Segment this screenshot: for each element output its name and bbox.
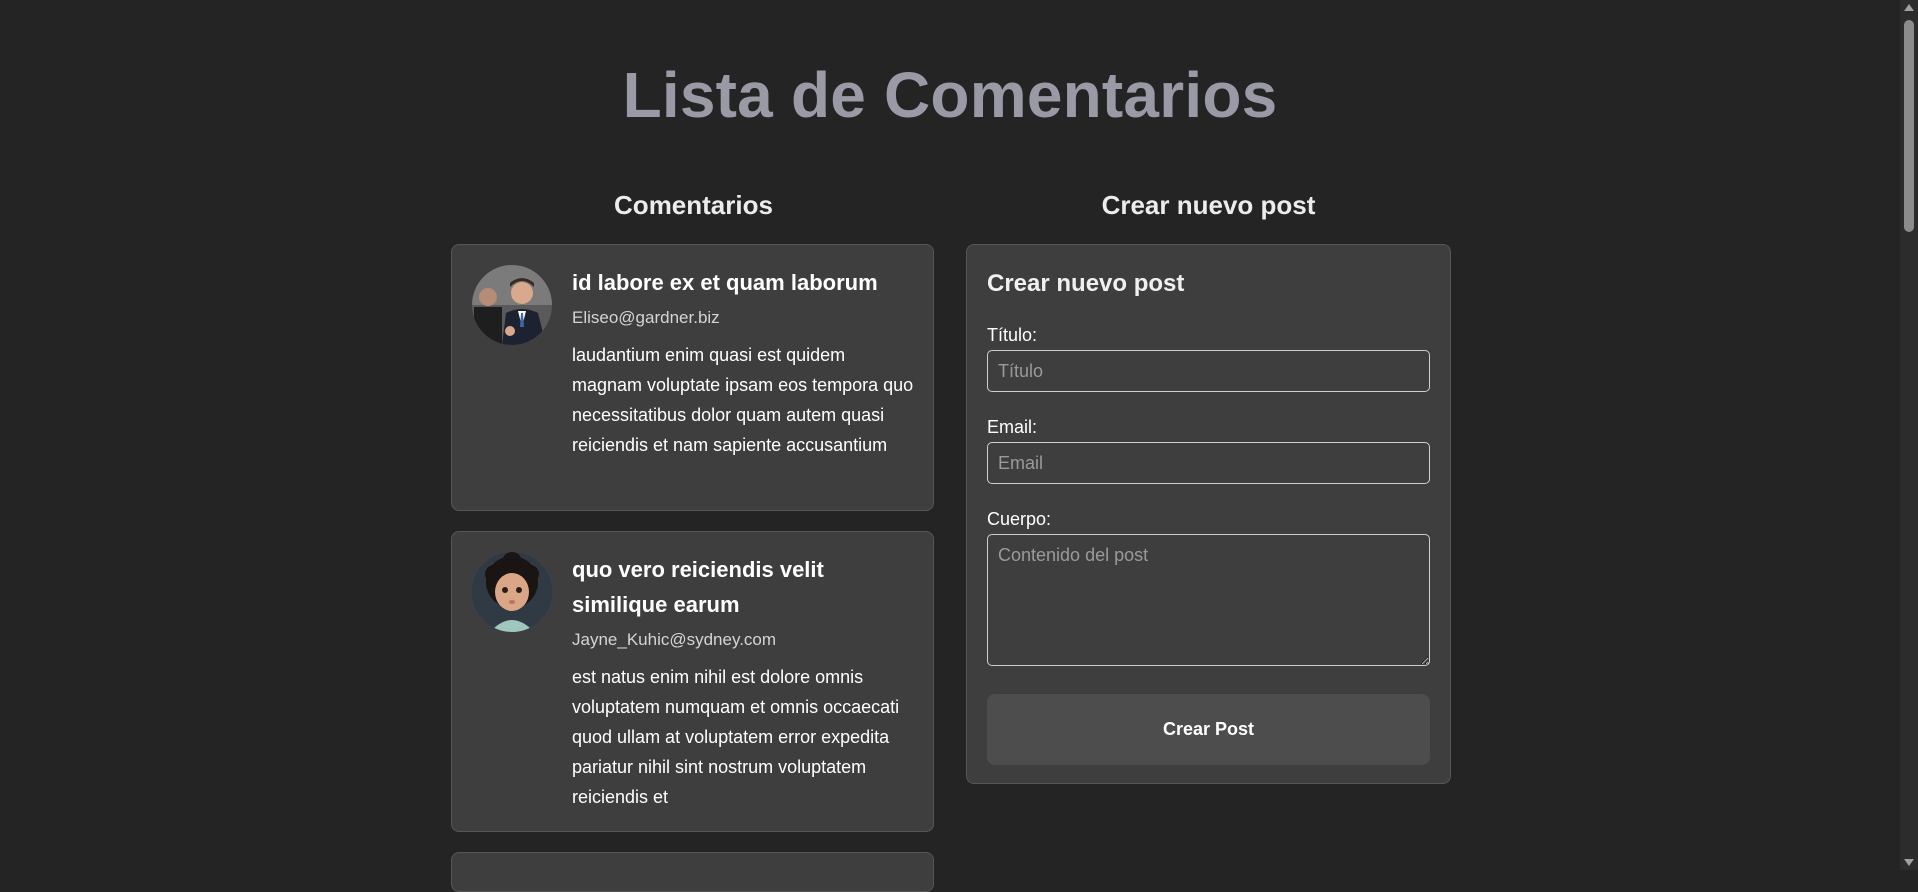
scroll-up-arrow-icon[interactable]	[1904, 4, 1914, 11]
comment-text: laudantium enim quasi est quidem magnam …	[572, 345, 914, 455]
create-post-heading: Crear nuevo post	[1101, 190, 1316, 220]
cuerpo-label: Cuerpo:	[987, 509, 1052, 529]
page-title: Lista de Comentarios	[622, 59, 1278, 131]
cuerpo-textarea[interactable]	[987, 534, 1430, 666]
form-title: Crear nuevo post	[987, 270, 1185, 297]
create-post-button[interactable]: Crear Post	[987, 694, 1430, 765]
titulo-label: Título:	[987, 325, 1038, 345]
comment-card: quo vero reiciendis velit similique earu…	[451, 531, 934, 832]
avatar-photo-icon	[472, 552, 552, 632]
email-input[interactable]	[987, 442, 1430, 484]
comment-email: Eliseo@gardner.biz	[572, 308, 720, 327]
email-label: Email:	[987, 417, 1038, 437]
avatar	[472, 552, 552, 632]
comment-title: id labore ex et quam laborum	[572, 270, 878, 295]
scrollbar-thumb[interactable]	[1904, 20, 1914, 232]
comments-heading: Comentarios	[614, 190, 773, 220]
create-post-form: Crear nuevo post Título: Email: Cuerpo: …	[966, 244, 1451, 784]
comment-body: quo vero reiciendis velit similique earu…	[572, 552, 915, 812]
comment-title: quo vero reiciendis velit similique earu…	[572, 557, 824, 617]
comment-body: id labore ex et quam laborum Eliseo@gard…	[572, 265, 915, 460]
avatar	[472, 265, 552, 345]
comment-email: Jayne_Kuhic@sydney.com	[572, 630, 777, 649]
vertical-scrollbar[interactable]	[1900, 0, 1918, 870]
avatar-photo-icon	[472, 265, 552, 345]
comment-card: id labore ex et quam laborum Eliseo@gard…	[451, 244, 934, 511]
comment-text: est natus enim nihil est dolore omnis vo…	[572, 667, 900, 807]
titulo-input[interactable]	[987, 350, 1430, 392]
scroll-down-arrow-icon[interactable]	[1904, 859, 1914, 866]
comment-card	[451, 852, 934, 892]
